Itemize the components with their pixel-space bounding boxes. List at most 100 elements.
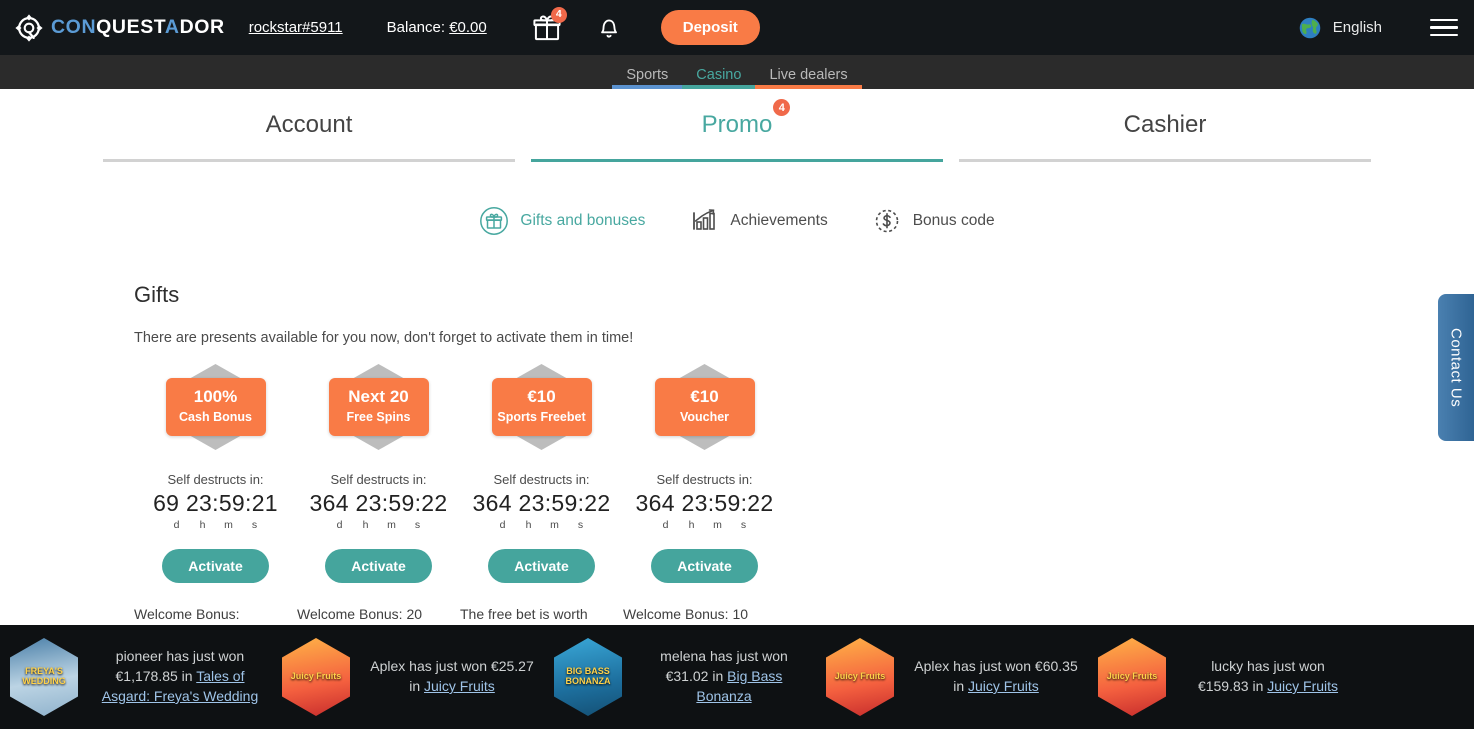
gift-card: 100% Cash Bonus Self destructs in: 69 23:59… [134,364,297,663]
globe-icon [1299,17,1321,38]
tab-underline [531,159,943,162]
logo-wordmark: CONQUESTADOR [51,16,225,39]
subnav-item-gifts-and-bonuses[interactable]: Gifts and bonuses [479,206,645,236]
game-thumbnail[interactable]: Juicy Fruits [282,638,350,716]
primary-navbar: Sports Casino Live dealers [0,55,1474,89]
winner-text: lucky has just won €159.83 in Juicy Frui… [1184,657,1352,697]
navbar-item-sports[interactable]: Sports [612,67,683,89]
countdown-unit: s [577,519,584,531]
gift-amount-plate: Next 20 Free Spins [328,378,429,436]
gift-amount: Next 20 [348,387,409,407]
game-thumbnail-title: BIG BASS BONANZA [565,666,611,686]
game-thumbnail[interactable]: BIG BASS BONANZA [554,638,622,716]
gift-hex-badge: €10 Voucher [623,364,786,450]
contact-us-label: Contact Us [1447,327,1465,408]
navbar-item-casino[interactable]: Casino [682,67,756,89]
game-thumbnail[interactable]: Juicy Fruits [1098,638,1166,716]
activate-button[interactable]: Activate [162,549,269,583]
winner-in: in [708,668,728,685]
hamburger-menu-icon[interactable] [1430,18,1458,37]
countdown-units: dhms [460,519,623,531]
winner-text: Aplex has just won €60.35 in Juicy Fruit… [912,657,1080,697]
language-selector[interactable]: English [1333,19,1382,36]
site-logo[interactable]: CONQUESTADOR [14,13,225,43]
countdown-unit: m [550,519,559,531]
winner-amount: €25.27 [490,658,534,675]
logo-segment: QUEST [96,16,165,38]
gifts-content: Gifts There are presents available for y… [0,282,1474,663]
winner-verb: has just won [949,658,1035,675]
winner-ticker-item[interactable]: BIG BASS BONANZA melena has just won €31.… [544,638,816,716]
gift-card-grid: 100% Cash Bonus Self destructs in: 69 23:59… [134,364,1340,663]
tab-cashier[interactable]: Cashier [951,99,1379,162]
notifications-button[interactable] [591,10,627,46]
activate-button[interactable]: Activate [488,549,595,583]
tab-account[interactable]: Account [95,99,523,162]
winner-game-link[interactable]: Juicy Fruits [968,678,1039,694]
countdown-units: dhms [623,519,786,531]
gift-kind: Voucher [679,409,730,424]
winner-ticker-item[interactable]: Juicy Fruits Aplex has just won €60.35 in… [816,638,1088,716]
countdown-unit: h [525,519,532,531]
tab-underline [959,159,1371,162]
contact-us-tab[interactable]: Contact Us [1438,294,1474,441]
countdown-unit: d [662,519,669,531]
gift-amount-plate: 100% Cash Bonus [165,378,266,436]
navbar-items: Sports Casino Live dealers [612,55,862,89]
countdown-unit: m [224,519,233,531]
bar-chart-icon [693,209,716,230]
gift-hex-badge: Next 20 Free Spins [297,364,460,450]
countdown-unit: d [173,519,180,531]
winner-game-link[interactable]: Juicy Fruits [1267,678,1338,694]
tab-promo[interactable]: Promo 4 [523,99,951,162]
winner-amount: €1,178.85 [115,668,178,685]
promo-subnav: Gifts and bonuses Achievements Bonus code [0,206,1474,236]
navbar-underline [612,85,683,89]
winner-ticker-item[interactable]: Juicy Fruits Aplex has just won €25.27 in… [272,638,544,716]
game-thumbnail[interactable]: FREYA'S WEDDING [10,638,78,716]
gift-circle-icon [480,207,509,235]
navbar-underline [682,85,756,89]
gift-amount-plate: €10 Sports Freebet [491,378,592,436]
gift-amount: €10 [690,387,719,407]
tab-label: Account [265,111,353,138]
countdown-units: dhms [134,519,297,531]
gift-card: €10 Sports Freebet Self destructs in: 364 2… [460,364,623,663]
game-thumbnail[interactable]: Juicy Fruits [826,638,894,716]
winner-amount: €31.02 [665,668,709,685]
bar-chart-icon [689,206,719,236]
winner-ticker-item[interactable]: FREYA'S WEDDING pioneer has just won €1,1… [0,638,272,716]
gift-button[interactable]: 4 [529,6,567,46]
winner-game-link[interactable]: Juicy Fruits [424,678,495,694]
winner-verb: has just won [162,648,245,665]
tab-badge: 4 [773,99,791,116]
winner-verb: has just won [706,648,788,665]
countdown-timer: 364 23:59:22 [472,490,611,516]
countdown-timer: 69 23:59:21 [153,490,278,516]
subnav-item-bonus-code[interactable]: Bonus code [872,206,995,236]
winner-amount: €60.35 [1034,658,1078,675]
gift-card: €10 Voucher Self destructs in: 364 23:59:22… [623,364,786,663]
winner-player: Aplex [370,658,406,675]
winner-verb: has just won [405,658,491,675]
deposit-button[interactable]: Deposit [660,10,760,45]
winner-amount: €159.83 [1197,678,1249,694]
countdown-unit: s [251,519,258,531]
self-destruct-label: Self destructs in: [330,472,427,487]
subnav-item-achievements[interactable]: Achievements [689,206,828,236]
username-link[interactable]: rockstar#5911 [249,19,343,36]
account-tabs: Account Promo 4 Cashier [0,99,1474,162]
navbar-item-label: Live dealers [769,67,848,83]
activate-button[interactable]: Activate [325,549,432,583]
dollar-dashed-circle-icon [872,206,902,236]
balance-amount-link[interactable]: €0.00 [449,19,487,36]
navbar-item-label: Casino [696,67,742,83]
self-destruct-label: Self destructs in: [656,472,753,487]
gift-amount: €10 [527,387,556,407]
navbar-item-live-dealers[interactable]: Live dealers [755,67,862,89]
subnav-item-label: Bonus code [912,212,995,229]
header-right-group: English [1299,17,1458,39]
winner-text: Aplex has just won €25.27 in Juicy Fruit… [368,657,536,697]
activate-button[interactable]: Activate [651,549,758,583]
winner-ticker-item[interactable]: Juicy Fruits lucky has just won €159.83 i… [1088,638,1360,716]
